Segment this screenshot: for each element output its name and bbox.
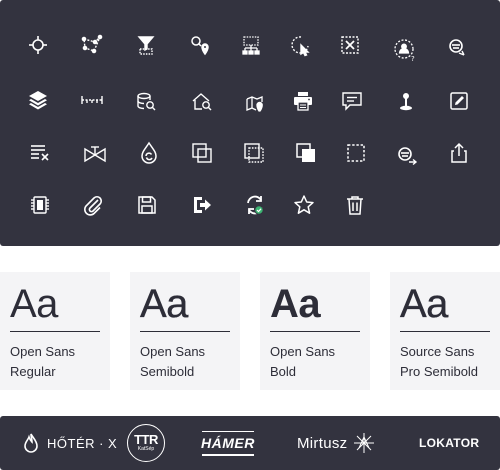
ttr-logo-subtext: KatSép (137, 446, 155, 452)
font-sample: Aa (140, 282, 189, 326)
address-search-icon[interactable] (189, 89, 215, 115)
memory-chip-icon[interactable] (27, 192, 53, 218)
font-card-open-sans-regular: Aa Open Sans Regular (0, 272, 110, 390)
dashed-selection-icon[interactable] (343, 140, 369, 166)
font-sample: Aa (400, 282, 449, 326)
svg-text:?: ? (411, 55, 415, 63)
font-family-label: Open Sans (270, 344, 336, 359)
valve-icon[interactable] (82, 142, 108, 168)
filter-selection-icon[interactable] (133, 32, 159, 58)
water-drop-refresh-icon[interactable] (136, 140, 162, 166)
ttr-badge: TTR KatSép (127, 424, 165, 462)
location-pin-icon[interactable] (393, 88, 419, 114)
flame-icon (24, 433, 38, 453)
edit-icon[interactable] (446, 88, 472, 114)
hamer-logo-text: HÁMER (201, 435, 255, 451)
font-weight-label: Pro Semibold (400, 364, 479, 379)
font-weight-label: Regular (10, 364, 56, 379)
share-icon[interactable] (446, 140, 472, 166)
icon-grid: ? (0, 0, 500, 246)
icon-panel: ? (0, 0, 500, 246)
hamer-logo: HÁMER (201, 416, 255, 470)
location-search-icon[interactable] (187, 32, 213, 58)
font-sample: Aa (10, 282, 58, 326)
font-card-source-sans-pro-semibold: Aa Source Sans Pro Semibold (390, 272, 500, 390)
font-sample: Aa (270, 282, 321, 326)
copy-overlap-icon[interactable] (189, 140, 215, 166)
clear-list-icon[interactable] (27, 140, 53, 166)
font-divider (10, 331, 100, 332)
crosshair-icon[interactable] (25, 32, 51, 58)
font-card-open-sans-bold: Aa Open Sans Bold (260, 272, 370, 390)
lokator-logo-text: LOKATOR (419, 436, 480, 450)
mirtusz-logo-text: Mirtusz (297, 434, 348, 452)
lasso-select-icon[interactable] (287, 32, 313, 58)
font-divider (140, 331, 230, 332)
mirtusz-logo: Mirtusz (297, 416, 375, 470)
comment-icon[interactable] (339, 88, 365, 114)
user-query-icon[interactable]: ? (391, 36, 417, 63)
font-name: Source Sans Pro Semibold (400, 342, 500, 382)
print-icon[interactable] (290, 88, 316, 114)
map-search-icon[interactable] (243, 89, 269, 115)
logout-icon[interactable] (189, 192, 215, 218)
network-select-icon[interactable] (238, 32, 264, 58)
save-icon[interactable] (134, 192, 160, 218)
layers-icon[interactable] (25, 87, 51, 113)
distance-ruler-icon[interactable] (79, 87, 105, 113)
database-search-icon[interactable] (133, 89, 159, 115)
hoter-logo: HŐTÉR · X (24, 416, 117, 470)
font-name: Open Sans Semibold (140, 342, 240, 382)
sparkle-icon (354, 433, 375, 453)
font-family-label: Open Sans (140, 344, 206, 359)
font-divider (270, 331, 360, 332)
duplicate-icon[interactable] (293, 140, 319, 166)
logo-bar: HŐTÉR · X TTR KatSép HÁMER Mirtusz LOKAT… (0, 416, 500, 470)
font-divider (400, 331, 490, 332)
lokator-logo: LOKATOR (419, 416, 479, 470)
frame-select-icon[interactable] (241, 140, 267, 166)
font-family-label: Open Sans (10, 344, 76, 359)
polygon-measure-icon[interactable] (79, 32, 105, 58)
refresh-check-icon[interactable] (242, 192, 268, 218)
font-weight-label: Semibold (140, 364, 195, 379)
identify-icon[interactable] (444, 34, 470, 60)
paperclip-icon[interactable] (80, 192, 106, 218)
hoter-logo-text: HŐTÉR · X (47, 435, 118, 451)
font-weight-label: Bold (270, 364, 297, 379)
font-name: Open Sans Bold (270, 342, 370, 382)
ttr-logo-text: TTR (134, 432, 158, 447)
font-family-label: Source Sans (400, 344, 475, 359)
star-icon[interactable] (291, 192, 317, 218)
box-deselect-icon[interactable] (337, 32, 363, 58)
font-name: Open Sans Regular (10, 342, 110, 382)
trash-icon[interactable] (342, 192, 368, 218)
font-card-open-sans-semibold: Aa Open Sans Semibold (130, 272, 240, 390)
ttr-logo: TTR KatSép (127, 416, 165, 470)
identify-forward-icon[interactable] (394, 142, 420, 168)
